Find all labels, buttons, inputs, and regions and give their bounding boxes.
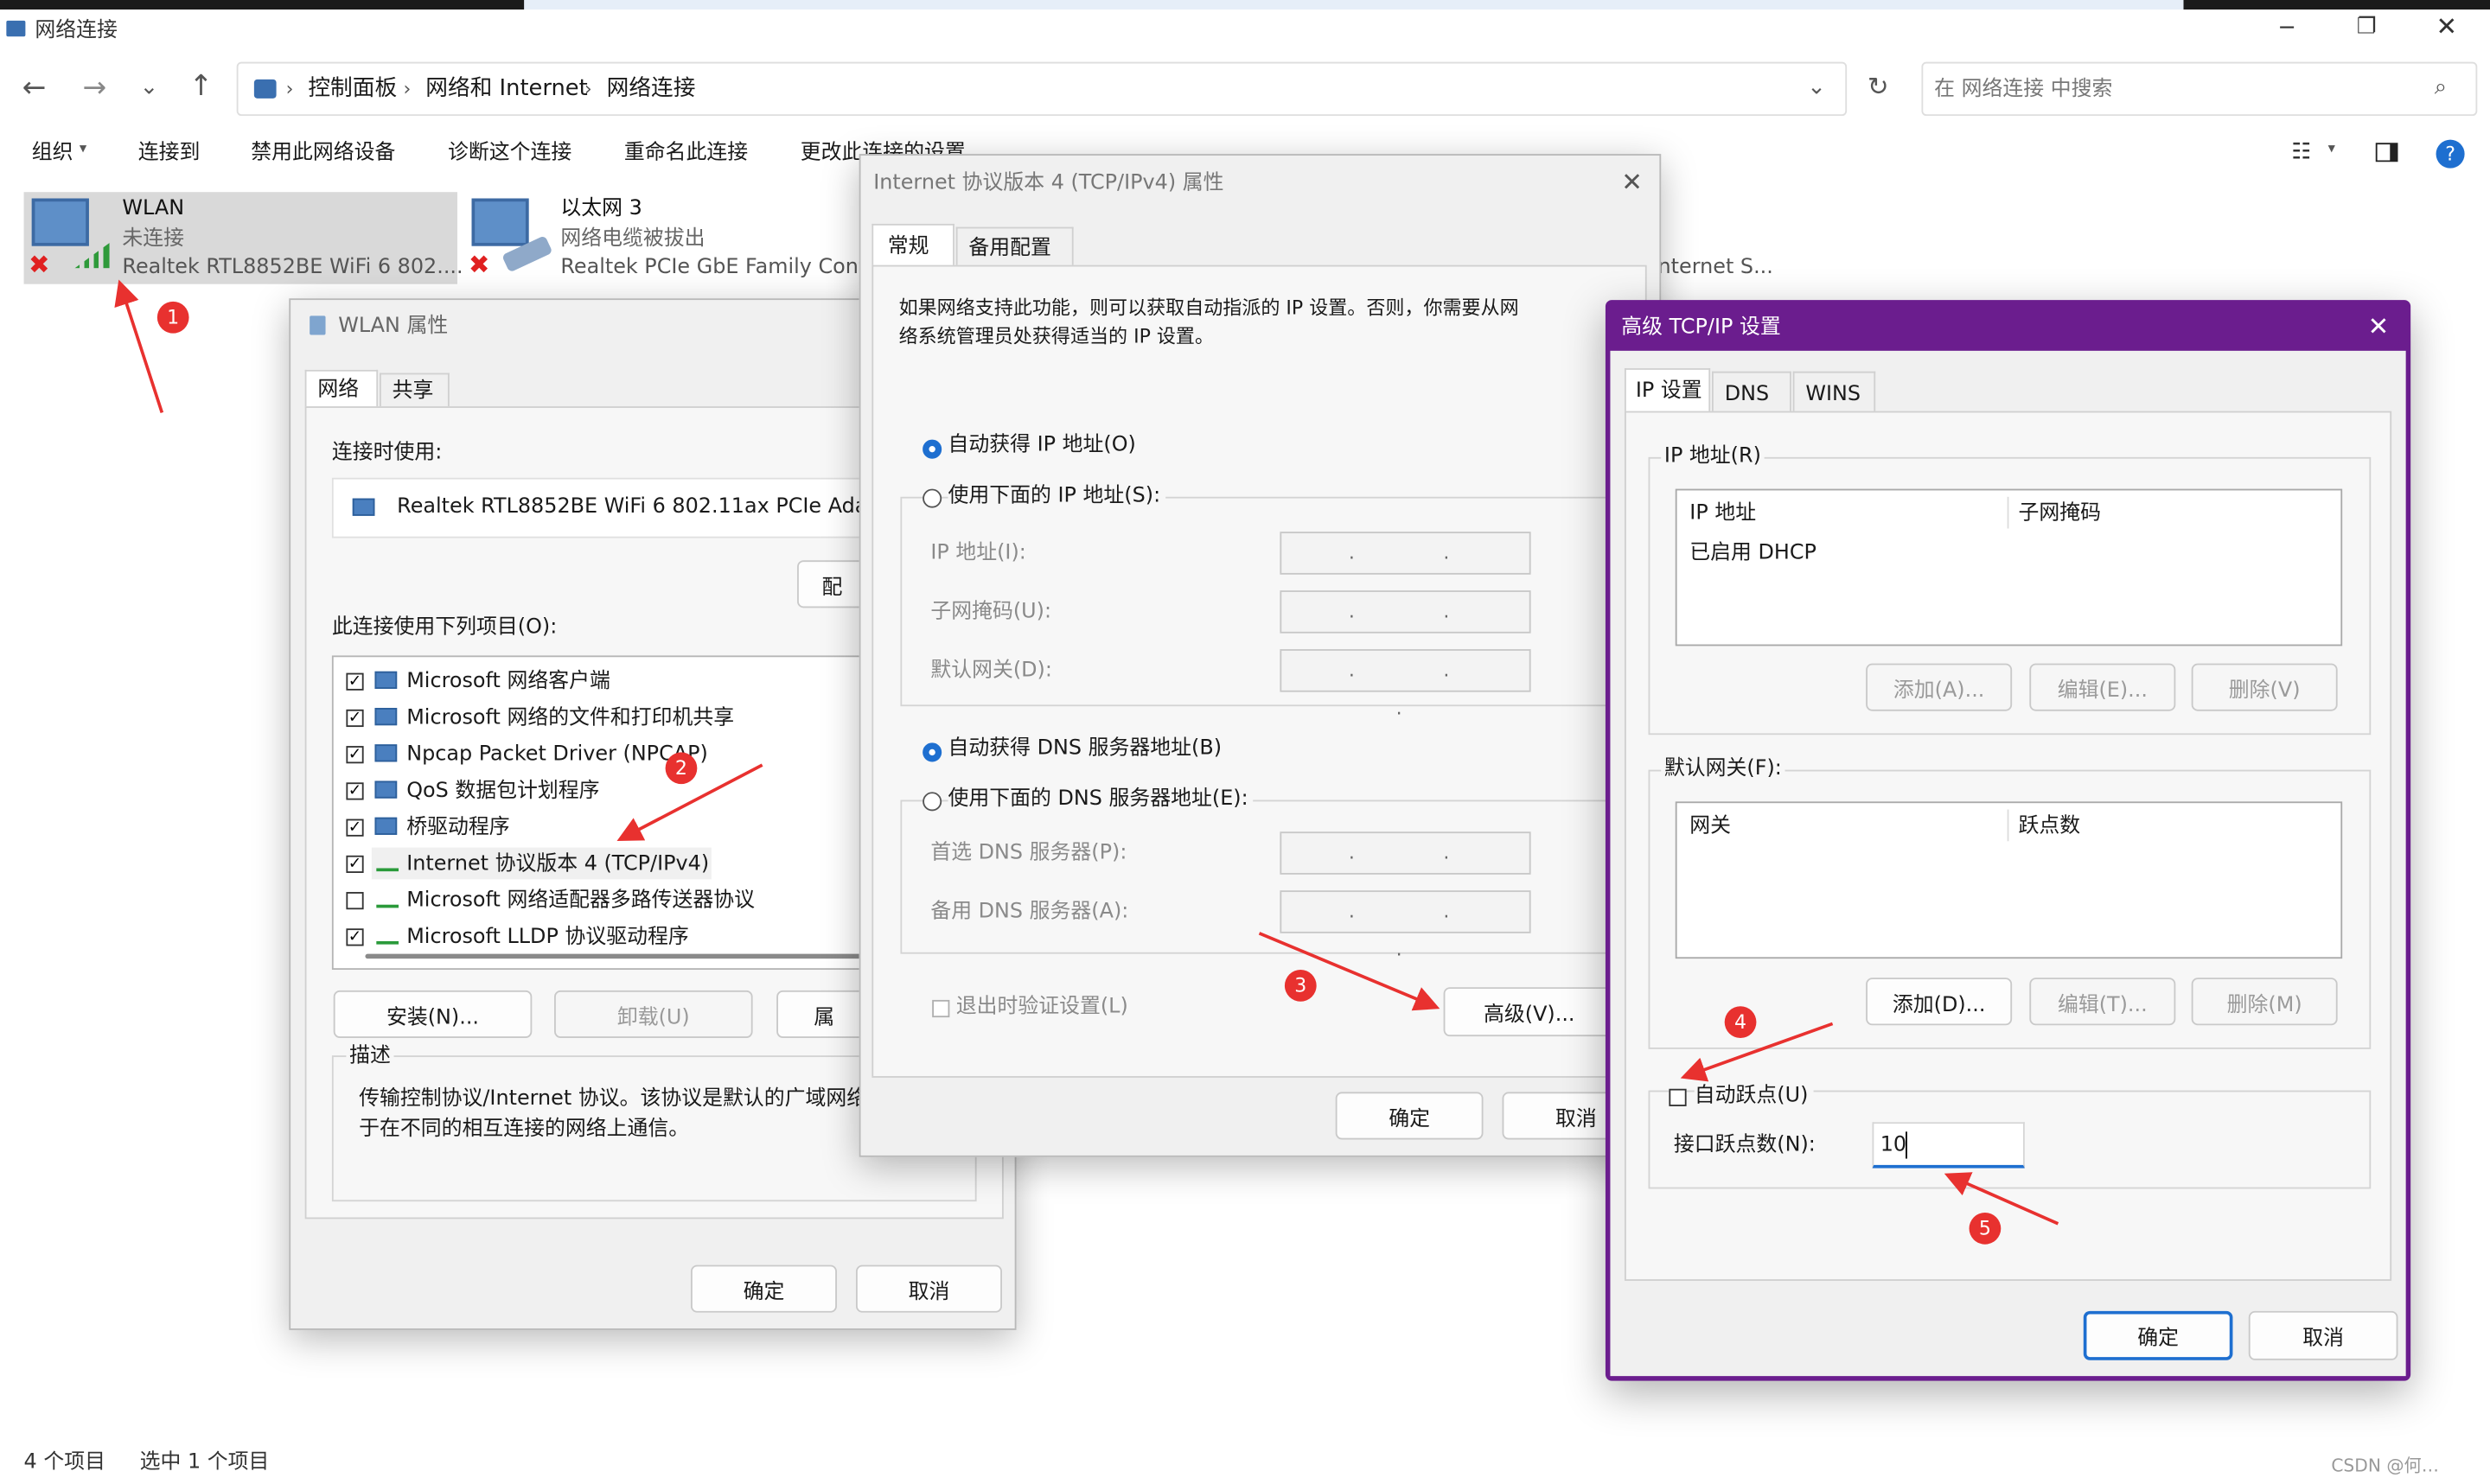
step-marker-1: 1	[156, 301, 189, 334]
arrow-4	[1680, 1022, 1834, 1082]
step-marker-4: 4	[1724, 1006, 1757, 1038]
arrow-1	[114, 279, 164, 414]
annotation-arrows	[114, 279, 2059, 1226]
step-marker-2: 2	[665, 752, 698, 785]
arrow-5	[1944, 1172, 2059, 1226]
arrow-3	[1258, 932, 1440, 1011]
step-marker-3: 3	[1284, 970, 1317, 1002]
step-marker-5: 5	[1969, 1212, 2002, 1245]
